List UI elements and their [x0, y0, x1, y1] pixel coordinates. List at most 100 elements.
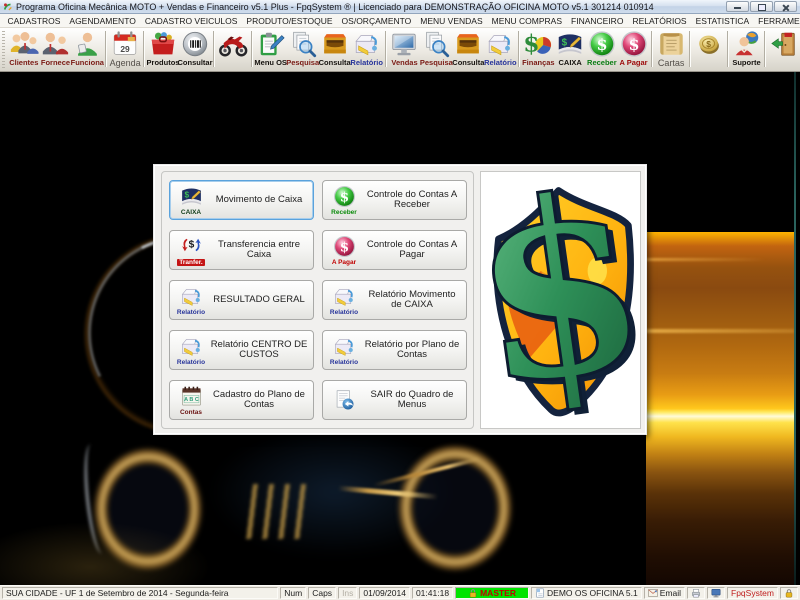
- button-badge: Receber: [331, 209, 357, 217]
- toolbar-produtos[interactable]: Produtos: [147, 29, 179, 67]
- transferencia-entre-caixa-button[interactable]: Tranfer. Transferencia entre Caixa: [169, 230, 314, 270]
- movimento-de-caixa-button[interactable]: CAIXA Movimento de Caixa: [169, 180, 314, 220]
- toolbar-label: Produtos: [147, 59, 180, 67]
- relatorio-movimento-caixa-button[interactable]: Relatório Relatório Movimento de CAIXA: [322, 280, 467, 320]
- menu-ferramentas[interactable]: FERRAMENTAS: [754, 16, 800, 26]
- close-button[interactable]: [774, 1, 797, 12]
- menu-compras[interactable]: MENU COMPRAS: [487, 16, 566, 26]
- menu-bar: CADASTROS AGENDAMENTO CADASTRO VEICULOS …: [0, 14, 800, 28]
- dollar-shield-graphic: $ $: [483, 174, 638, 426]
- toolbar-moto[interactable]: [217, 29, 249, 59]
- contas-a-pagar-button[interactable]: A Pagar Controle do Contas A Pagar: [322, 230, 467, 270]
- exit-menu-icon: [332, 388, 357, 413]
- toolbar-caixa[interactable]: CAIXA: [554, 29, 586, 67]
- toolbar-label: Relatório: [350, 59, 383, 67]
- toolbar-consultar[interactable]: Consultar: [179, 29, 211, 67]
- lock-icon: [784, 588, 794, 598]
- menu-produto-estoque[interactable]: PRODUTO/ESTOQUE: [242, 16, 337, 26]
- menu-cadastro-veiculos[interactable]: CADASTRO VEICULOS: [140, 16, 242, 26]
- motorcycle-icon: [218, 29, 248, 59]
- menu-relatorios[interactable]: RELATÓRIOS: [628, 16, 691, 26]
- toolbar-menu-os[interactable]: Menu OS: [255, 29, 287, 67]
- toolbar-cartas[interactable]: Cartas: [655, 29, 687, 67]
- toolbar-sair[interactable]: [768, 29, 800, 59]
- toolbar-vendas-consulta[interactable]: Consulta: [452, 29, 484, 67]
- background-sunset-band: [646, 232, 794, 585]
- status-printer-button[interactable]: [687, 587, 705, 599]
- sales-monitor-icon: [389, 29, 419, 59]
- search-documents-icon: [421, 29, 451, 59]
- menu-financeiro[interactable]: FINANCEIRO: [567, 16, 628, 26]
- toolbar-separator: [105, 31, 107, 67]
- agenda-calendar-icon: [110, 29, 140, 59]
- button-label: Controle do Contas A Pagar: [362, 240, 464, 261]
- toolbar: Clientes Fornece Funciona Agenda Produto…: [0, 28, 800, 72]
- menu-vendas[interactable]: MENU VENDAS: [416, 16, 487, 26]
- toolbar-suporte[interactable]: Suporte: [731, 29, 763, 67]
- toolbar-fornecedores[interactable]: Fornece: [40, 29, 72, 67]
- finance-menu-dialog: CAIXA Movimento de Caixa Receber Control…: [153, 164, 647, 435]
- toolbar-vendas-relatorio[interactable]: Relatório: [484, 29, 516, 67]
- toolbar-funcionarios[interactable]: Funciona: [71, 29, 103, 67]
- toolbar-os-consulta[interactable]: Consulta: [319, 29, 351, 67]
- transfer-icon: [179, 234, 204, 259]
- products-toolbox-icon: [148, 29, 178, 59]
- search-documents-icon: [288, 29, 318, 59]
- motorcycle-wheel-reflection-right: [397, 444, 513, 572]
- menu-estatistica[interactable]: ESTATISTICA: [691, 16, 754, 26]
- toolbar-separator: [764, 31, 766, 67]
- cadastro-plano-contas-button[interactable]: Contas Cadastro do Plano de Contas: [169, 380, 314, 420]
- status-email-button[interactable]: Email: [644, 587, 685, 599]
- motorcycle-reflection-haze: [210, 427, 460, 557]
- toolbar-vendas-pesquisa[interactable]: Pesquisa: [420, 29, 452, 67]
- restore-icon: [758, 4, 766, 11]
- restore-button[interactable]: [750, 1, 773, 12]
- status-insert: Ins: [338, 587, 357, 599]
- toolbar-vendas[interactable]: Vendas: [389, 29, 421, 67]
- cashbook-icon: [179, 184, 204, 209]
- toolbar-receber[interactable]: Receber: [586, 29, 618, 67]
- menu-agendamento[interactable]: AGENDAMENTO: [65, 16, 140, 26]
- minimize-button[interactable]: [726, 1, 749, 12]
- service-order-clipboard-icon: [256, 29, 286, 59]
- toolbar-label: Agenda: [110, 59, 141, 67]
- relatorio-centro-custos-button[interactable]: Relatório Relatório CENTRO DE CUSTOS: [169, 330, 314, 370]
- status-location: SUA CIDADE - UF 1 de Setembro de 2014 - …: [2, 587, 278, 599]
- sair-quadro-menus-button[interactable]: SAIR do Quadro de Menus: [322, 380, 467, 420]
- computer-icon: [711, 588, 721, 598]
- toolbar-separator: [385, 31, 387, 67]
- title-bar: Programa Oficina Mecânica MOTO + Vendas …: [0, 0, 800, 14]
- svg-text:$: $: [483, 174, 638, 426]
- dollar-shield-image: $ $: [480, 171, 641, 429]
- toolbar-label: Menu OS: [254, 59, 287, 67]
- relatorio-plano-contas-button[interactable]: Relatório Relatório por Plano de Contas: [322, 330, 467, 370]
- report-printer-icon: [179, 284, 204, 309]
- printer-icon: [691, 588, 701, 598]
- toolbar-a-pagar[interactable]: A Pagar: [618, 29, 650, 67]
- toolbar-financas[interactable]: Finanças: [522, 29, 554, 67]
- button-label: Relatório por Plano de Contas: [362, 340, 464, 361]
- toolbar-moeda[interactable]: [693, 29, 725, 59]
- button-badge: Relatório: [330, 309, 358, 317]
- menu-cadastros[interactable]: CADASTROS: [3, 16, 65, 26]
- toolbar-clientes[interactable]: Clientes: [8, 29, 40, 67]
- cashbook-icon: [555, 29, 585, 59]
- resultado-geral-button[interactable]: Relatório RESULTADO GERAL: [169, 280, 314, 320]
- background-edge-line: [794, 72, 796, 585]
- toolbar-label: Cartas: [658, 59, 685, 67]
- coin-icon: [694, 29, 724, 59]
- status-computer-button[interactable]: [707, 587, 725, 599]
- contas-a-receber-button[interactable]: Receber Controle do Contas A Receber: [322, 180, 467, 220]
- archive-drawer-icon: [453, 29, 483, 59]
- toolbar-agenda[interactable]: Agenda: [109, 29, 141, 67]
- status-brand: FpqSystem: [727, 587, 778, 599]
- background-light-streak: [646, 329, 794, 333]
- menu-os-orcamento[interactable]: OS/ORÇAMENTO: [337, 16, 416, 26]
- toolbar-label: Suporte: [732, 59, 760, 67]
- toolbar-os-pesquisa[interactable]: Pesquisa: [287, 29, 319, 67]
- window-title: Programa Oficina Mecânica MOTO + Vendas …: [16, 2, 723, 12]
- background-corner-glow: [0, 522, 210, 585]
- motorcycle-body-streak: [373, 457, 481, 487]
- button-badge: Contas: [180, 409, 202, 417]
- toolbar-os-relatorio[interactable]: Relatório: [351, 29, 383, 67]
